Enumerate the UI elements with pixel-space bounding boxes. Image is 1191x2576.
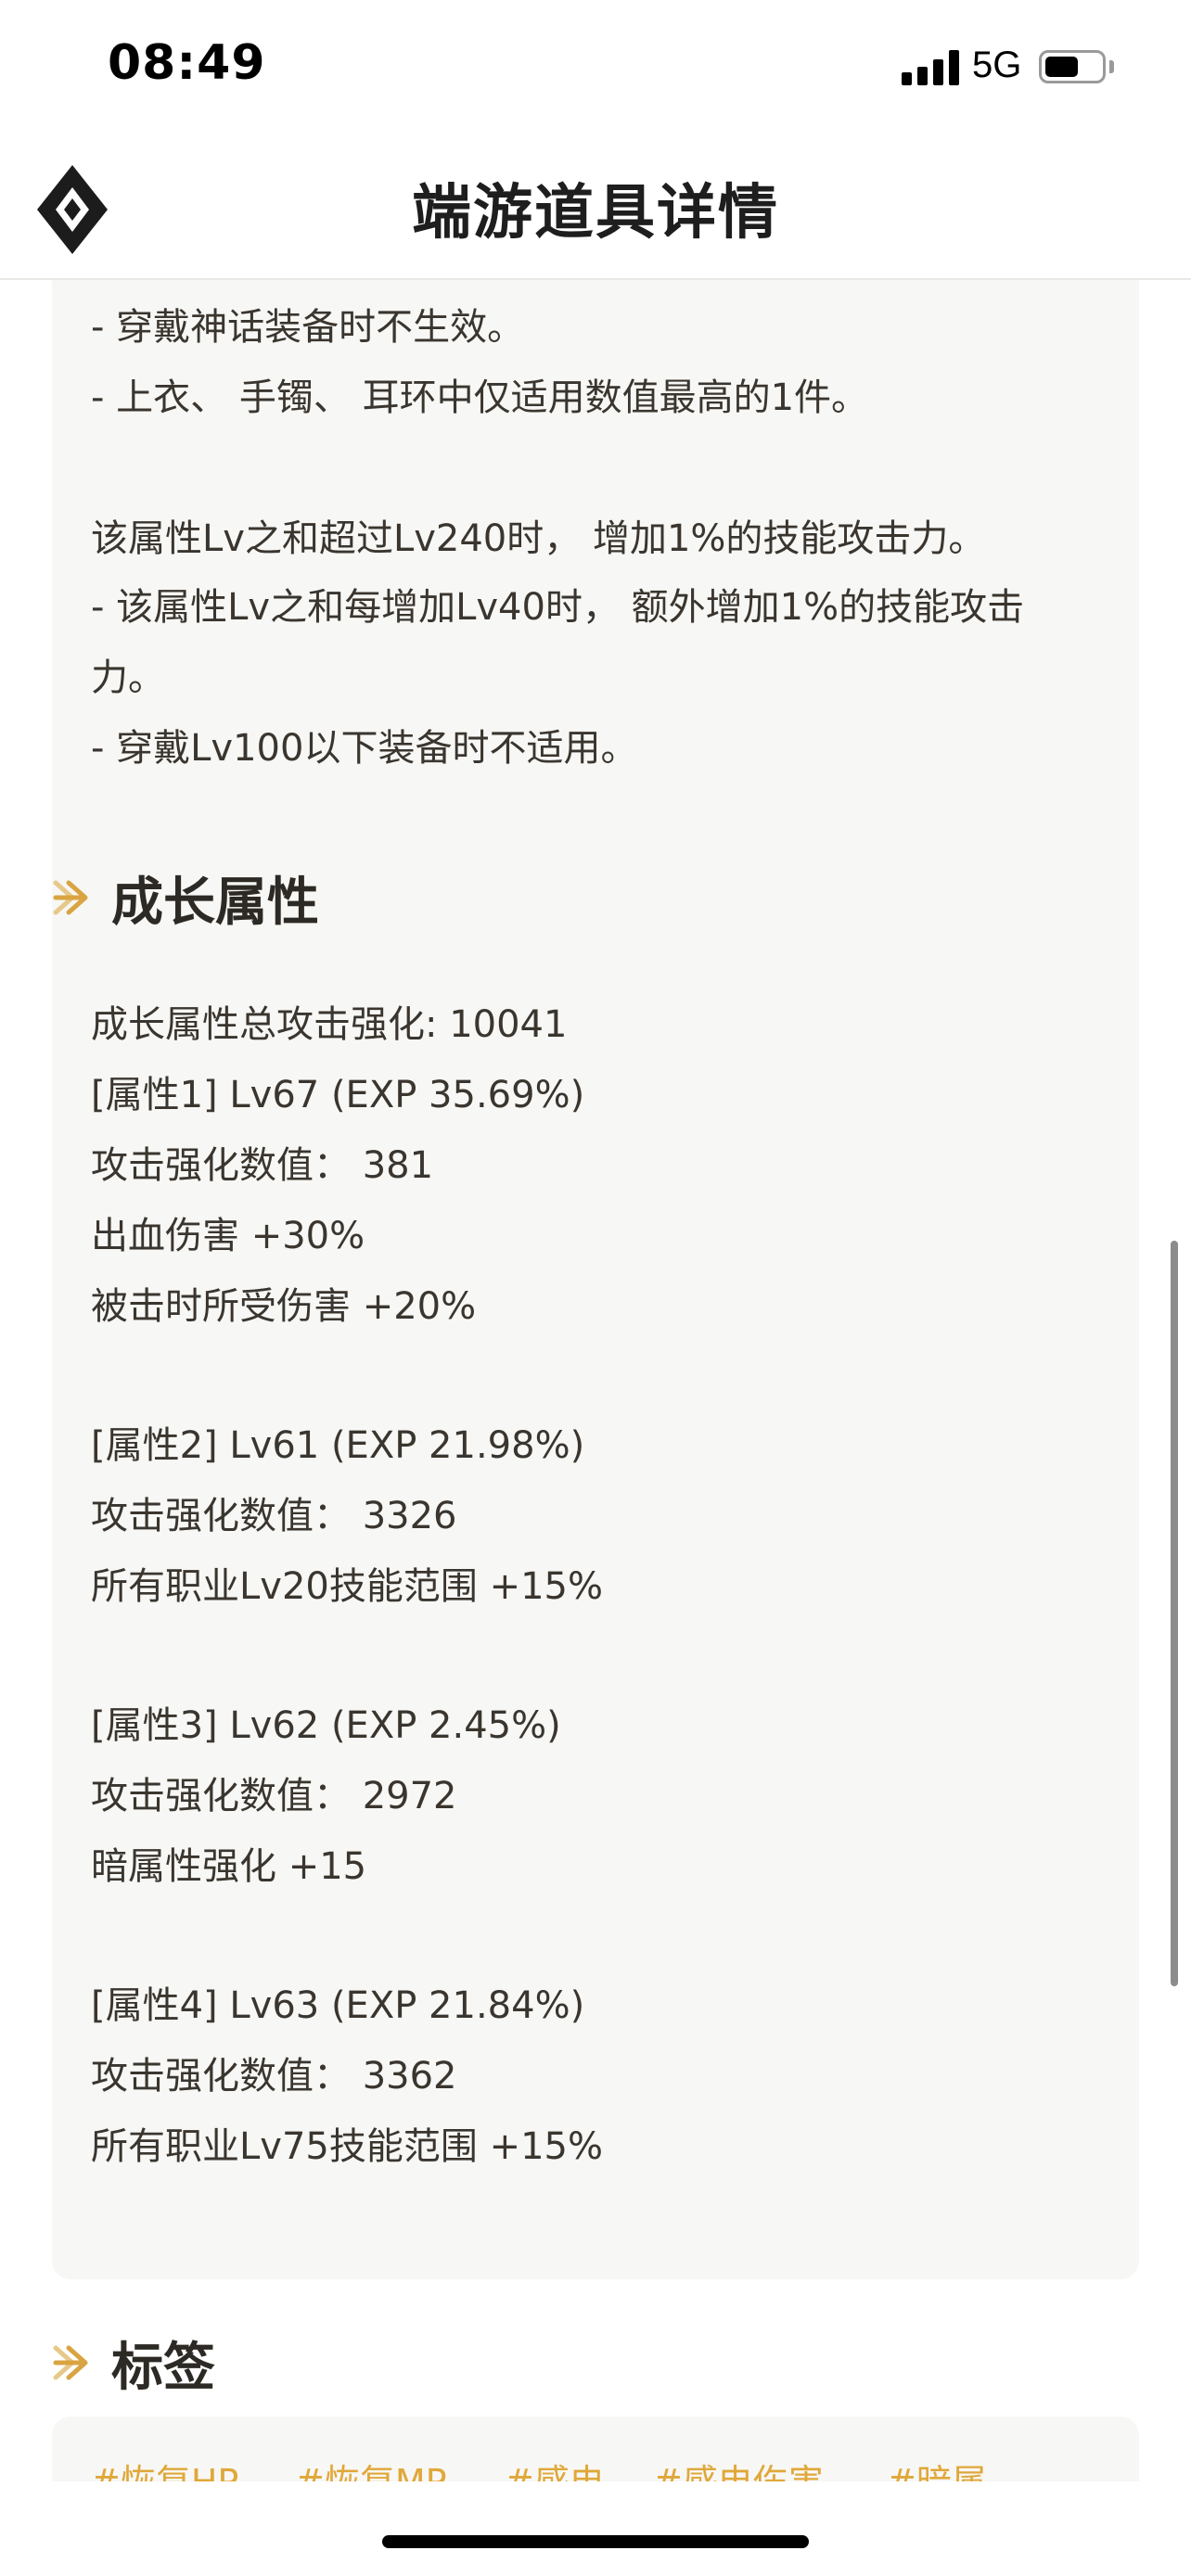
attribute-attack: 攻击强化数值： 2972 — [91, 1775, 457, 1817]
page-title: 端游道具详情 — [412, 179, 779, 248]
attribute-header: [属性3] Lv62 (EXP 2.45%) — [91, 1704, 561, 1747]
section-label: 标签 — [111, 2338, 215, 2398]
attribute-attack: 攻击强化数值： 3362 — [91, 2055, 457, 2098]
description-line: - 穿戴Lv100以下装备时不适用。 — [91, 727, 638, 770]
attribute-effect: 出血伤害 +30% — [91, 1215, 365, 1257]
description-line: 该属性Lv之和超过Lv240时， 增加1%的技能攻击力。 — [91, 517, 986, 560]
attribute-effect: 被击时所受伤害 +20% — [91, 1285, 477, 1328]
page-header: 端游道具详情 — [0, 139, 1191, 280]
signal-strength-icon — [902, 50, 959, 85]
home-indicator[interactable] — [382, 2535, 809, 2548]
description-line: 力。 — [91, 657, 165, 699]
description-line: - 穿戴神话装备时不生效。 — [91, 306, 525, 349]
attribute-effect: 所有职业Lv20技能范围 +15% — [91, 1565, 603, 1608]
growth-card: 成长属性总攻击强化: 10041 [属性1] Lv67 (EXP 35.69%)… — [52, 951, 1139, 2279]
status-time: 08:49 — [108, 35, 266, 91]
attribute-attack: 攻击强化数值： 381 — [91, 1144, 434, 1187]
bottom-safe-area — [0, 2481, 1191, 2576]
tag-item[interactable]: #感电伤害 — [653, 2454, 824, 2481]
tags-card: #恢复HP #恢复MP #感电 #感电伤害 #暗属 — [52, 2417, 1139, 2481]
battery-tip — [1109, 60, 1114, 73]
detail-scroll-area[interactable]: - 穿戴神话装备时不生效。 - 上衣、 手镯、 耳环中仅适用数值最高的1件。 该… — [0, 280, 1191, 2481]
tag-item[interactable]: #感电 — [505, 2454, 605, 2481]
growth-total: 成长属性总攻击强化: 10041 — [91, 1003, 568, 1046]
scrollbar[interactable] — [1171, 1241, 1178, 1986]
attribute-effect: 所有职业Lv75技能范围 +15% — [91, 2125, 603, 2168]
section-arrow-icon — [53, 2345, 88, 2380]
status-bar: 08:49 5G — [0, 0, 1191, 139]
attribute-effect: 暗属性强化 +15 — [91, 1845, 367, 1888]
attribute-attack: 攻击强化数值： 3326 — [91, 1495, 457, 1537]
attribute-header: [属性4] Lv63 (EXP 21.84%) — [91, 1984, 585, 2027]
tag-item[interactable]: #恢复HP — [91, 2454, 238, 2481]
section-label: 成长属性 — [111, 873, 319, 933]
tag-item[interactable]: #暗属 — [887, 2454, 987, 2481]
description-line: - 该属性Lv之和每增加Lv40时， 额外增加1%的技能攻击 — [91, 586, 1025, 629]
section-arrow-icon — [53, 880, 88, 915]
attribute-header: [属性1] Lv67 (EXP 35.69%) — [91, 1074, 585, 1116]
battery-icon — [1039, 50, 1106, 83]
network-type: 5G — [972, 45, 1022, 85]
description-line: - 上衣、 手镯、 耳环中仅适用数值最高的1件。 — [91, 376, 869, 419]
battery-level — [1045, 57, 1078, 77]
tag-item[interactable]: #恢复MP — [295, 2454, 447, 2481]
attribute-header: [属性2] Lv61 (EXP 21.98%) — [91, 1424, 585, 1467]
